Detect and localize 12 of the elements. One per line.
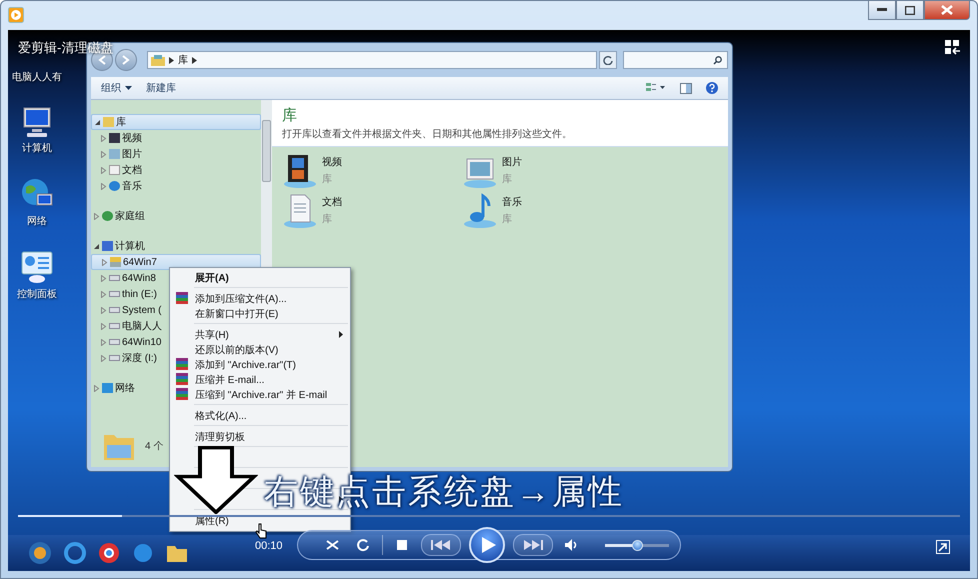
desktop-icon-label: 计算机 — [22, 142, 52, 155]
desktop-icon-label: 控制面板 — [17, 288, 57, 301]
library-type: 库 — [322, 172, 333, 186]
library-type: 库 — [322, 212, 333, 226]
desktop-icon-label: 网络 — [27, 215, 47, 228]
library-type: 库 — [502, 212, 513, 226]
item-count: 4 个 — [145, 440, 164, 453]
elapsed-time: 00:10 — [255, 540, 283, 552]
desktop-icon-label: 电脑人人有 — [12, 70, 62, 84]
library-type: 库 — [502, 172, 513, 186]
library-heading: 库 — [282, 106, 298, 125]
library-description: 打开库以查看文件并根据文件夹、日期和其他属性排列这些文件。 — [282, 128, 573, 141]
